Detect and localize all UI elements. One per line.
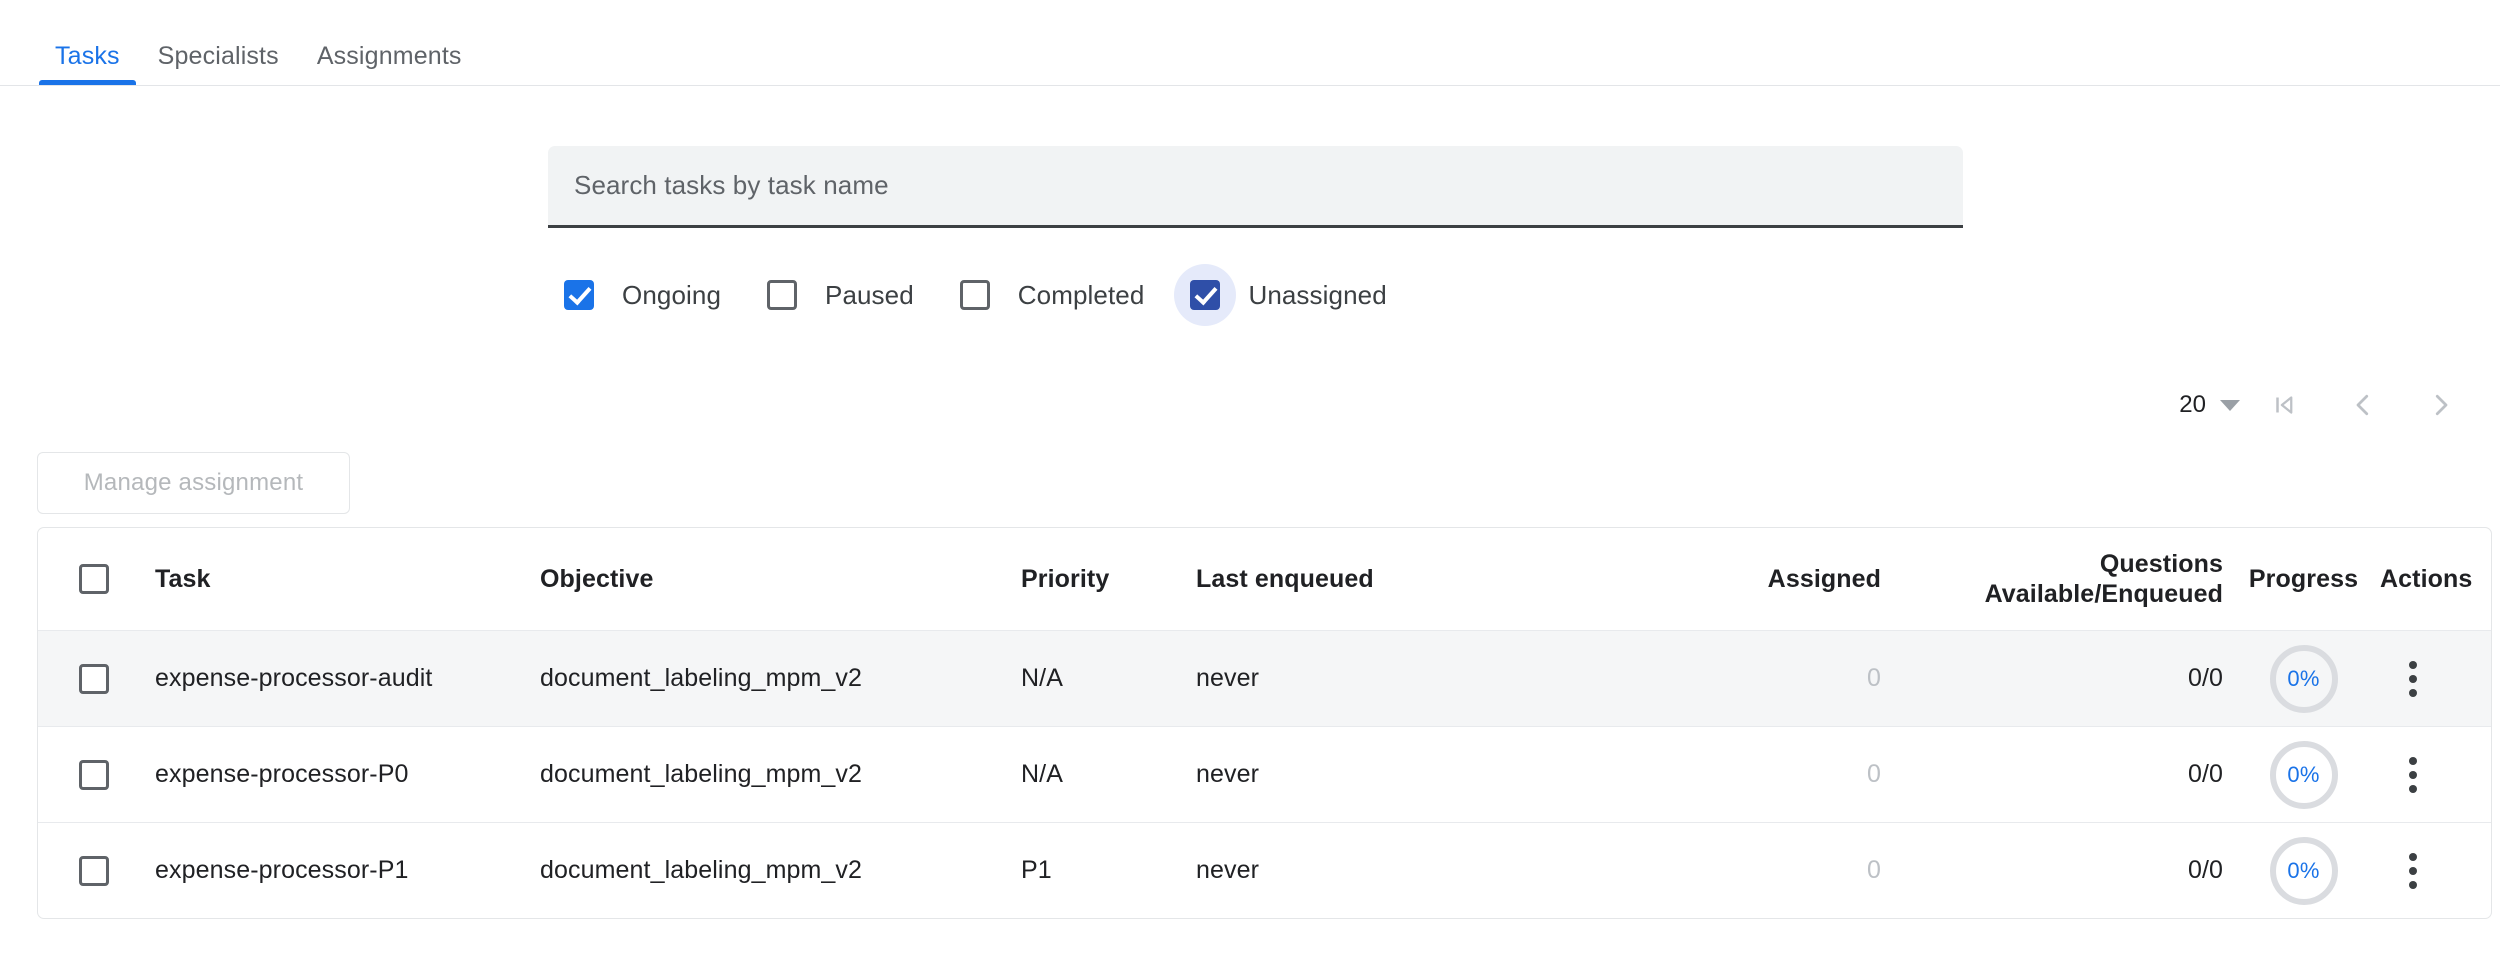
more-vert-icon (2409, 661, 2417, 669)
first-page-button[interactable] (2246, 372, 2324, 438)
status-filter-group: Ongoing Paused Completed Unassigned (548, 260, 1409, 330)
filter-paused-label: Paused (825, 280, 914, 311)
cell-questions: 0/0 (2188, 664, 2223, 692)
cell-last-enqueued: never (1196, 760, 1259, 788)
more-vert-icon (2409, 689, 2417, 697)
tab-assignments[interactable]: Assignments (298, 44, 481, 85)
progress-value: 0% (2287, 858, 2319, 884)
tasks-table: Task Objective Priority Last enqueued As… (37, 527, 2492, 919)
column-header-objective: Objective (540, 565, 653, 593)
search-placeholder: Search tasks by task name (574, 170, 889, 201)
paginator: 20 (2173, 372, 2480, 438)
progress-ring[interactable]: 0% (2270, 645, 2338, 713)
cell-objective: document_labeling_mpm_v2 (540, 856, 862, 884)
more-vert-icon (2409, 785, 2417, 793)
filter-ongoing[interactable]: Ongoing (548, 264, 743, 326)
filter-paused[interactable]: Paused (751, 264, 936, 326)
select-all-cell (63, 564, 125, 594)
more-vert-icon (2409, 757, 2417, 765)
cell-assigned: 0 (1867, 856, 1881, 884)
cell-last-enqueued: never (1196, 856, 1259, 884)
column-header-last-enqueued: Last enqueued (1196, 565, 1374, 593)
chevron-down-icon (2220, 400, 2240, 411)
tasks-page: Tasks Specialists Assignments Search tas… (0, 0, 2500, 955)
first-page-icon (2270, 390, 2300, 420)
column-header-priority: Priority (1021, 565, 1109, 593)
manage-assignment-button[interactable]: Manage assignment (37, 452, 350, 514)
column-header-assigned: Assigned (1768, 565, 1881, 593)
checkbox-icon[interactable] (79, 856, 109, 886)
checkbox-icon[interactable] (79, 664, 109, 694)
filter-completed-checkbox-wrap (944, 264, 1006, 326)
cell-task: expense-processor-audit (155, 664, 432, 692)
row-actions-menu-button[interactable] (2382, 744, 2444, 806)
filter-completed[interactable]: Completed (944, 264, 1167, 326)
filter-completed-label: Completed (1018, 280, 1145, 311)
filter-paused-checkbox-wrap (751, 264, 813, 326)
progress-ring[interactable]: 0% (2270, 837, 2338, 905)
cell-task: expense-processor-P0 (155, 760, 409, 788)
row-select-cell (63, 664, 125, 694)
tab-tasks[interactable]: Tasks (36, 44, 139, 85)
table-row[interactable]: expense-processor-P1 document_labeling_m… (38, 822, 2491, 918)
more-vert-icon (2409, 675, 2417, 683)
progress-value: 0% (2287, 666, 2319, 692)
table-header-row: Task Objective Priority Last enqueued As… (38, 528, 2491, 630)
cell-task: expense-processor-P1 (155, 856, 409, 884)
more-vert-icon (2409, 853, 2417, 861)
checkbox-icon[interactable] (960, 280, 990, 310)
search-input[interactable]: Search tasks by task name (548, 146, 1963, 228)
checkbox-icon[interactable] (1190, 280, 1220, 310)
cell-questions: 0/0 (2188, 856, 2223, 884)
progress-value: 0% (2287, 762, 2319, 788)
more-vert-icon (2409, 867, 2417, 875)
manage-assignment-label: Manage assignment (84, 469, 304, 497)
chevron-right-icon (2426, 390, 2456, 420)
more-vert-icon (2409, 771, 2417, 779)
tab-specialists[interactable]: Specialists (139, 44, 298, 85)
cell-last-enqueued: never (1196, 664, 1259, 692)
filter-unassigned-checkbox-wrap (1174, 264, 1236, 326)
cell-priority: N/A (1021, 760, 1063, 788)
column-header-questions-line1: Questions (1881, 549, 2223, 580)
row-actions-menu-button[interactable] (2382, 840, 2444, 902)
tab-assignments-label: Assignments (317, 42, 462, 70)
row-select-cell (63, 856, 125, 886)
filter-ongoing-label: Ongoing (622, 280, 721, 311)
table-row[interactable]: expense-processor-audit document_labelin… (38, 630, 2491, 726)
column-header-task: Task (155, 565, 211, 593)
next-page-button[interactable] (2402, 372, 2480, 438)
column-header-actions: Actions (2380, 565, 2472, 594)
progress-ring[interactable]: 0% (2270, 741, 2338, 809)
cell-objective: document_labeling_mpm_v2 (540, 760, 862, 788)
more-vert-icon (2409, 881, 2417, 889)
cell-questions: 0/0 (2188, 760, 2223, 788)
page-size-select[interactable]: 20 (2173, 391, 2246, 419)
cell-objective: document_labeling_mpm_v2 (540, 664, 862, 692)
checkbox-icon[interactable] (564, 280, 594, 310)
tab-bar: Tasks Specialists Assignments (0, 0, 2500, 86)
tab-tasks-label: Tasks (55, 42, 120, 70)
chevron-left-icon (2348, 390, 2378, 420)
column-header-questions: Questions Available/Enqueued (1881, 549, 2223, 610)
filter-unassigned[interactable]: Unassigned (1174, 264, 1408, 326)
page-size-value: 20 (2179, 391, 2206, 419)
checkbox-icon[interactable] (79, 760, 109, 790)
column-header-progress: Progress (2249, 565, 2358, 594)
row-select-cell (63, 760, 125, 790)
column-header-questions-line2: Available/Enqueued (1881, 579, 2223, 610)
table-row[interactable]: expense-processor-P0 document_labeling_m… (38, 726, 2491, 822)
row-actions-menu-button[interactable] (2382, 648, 2444, 710)
checkbox-icon[interactable] (767, 280, 797, 310)
tab-specialists-label: Specialists (158, 42, 279, 70)
cell-assigned: 0 (1867, 664, 1881, 692)
filter-unassigned-label: Unassigned (1248, 280, 1386, 311)
checkbox-icon[interactable] (79, 564, 109, 594)
cell-priority: N/A (1021, 664, 1063, 692)
cell-priority: P1 (1021, 856, 1052, 884)
filter-ongoing-checkbox-wrap (548, 264, 610, 326)
prev-page-button[interactable] (2324, 372, 2402, 438)
cell-assigned: 0 (1867, 760, 1881, 788)
